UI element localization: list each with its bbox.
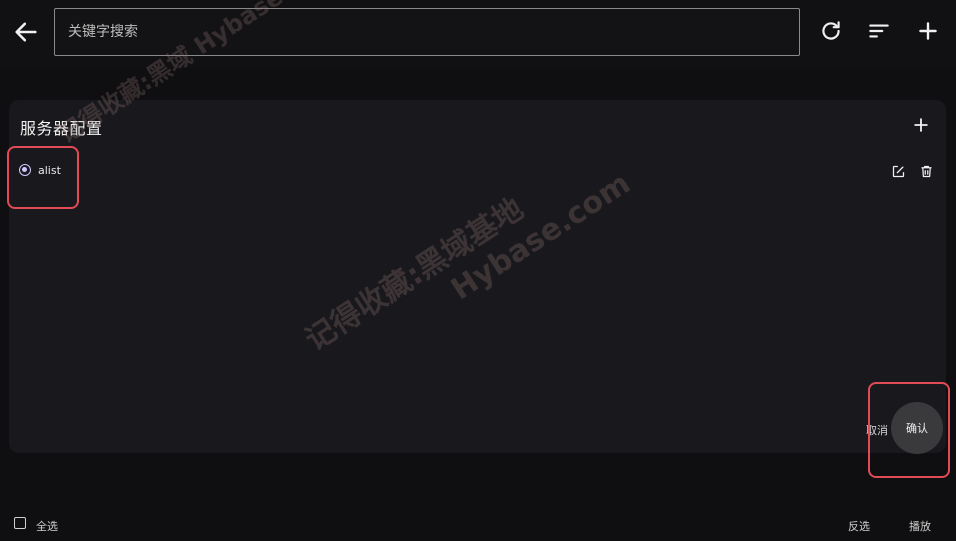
invert-selection-button[interactable]: 反选: [848, 518, 870, 534]
add-icon[interactable]: [915, 18, 941, 44]
edit-icon[interactable]: [891, 164, 906, 179]
select-all-label[interactable]: 全选: [36, 518, 58, 534]
highlight-confirm-button: [868, 382, 950, 478]
play-button[interactable]: 播放: [909, 518, 931, 534]
sort-icon[interactable]: [866, 18, 892, 44]
add-server-icon[interactable]: [911, 115, 931, 135]
highlight-server-item: [7, 146, 79, 209]
back-arrow-icon[interactable]: [12, 18, 40, 46]
refresh-icon[interactable]: [818, 18, 844, 44]
select-all-checkbox[interactable]: [14, 517, 26, 529]
delete-icon[interactable]: [919, 164, 934, 179]
bottom-action-bar: 全选 反选 播放: [0, 505, 956, 541]
